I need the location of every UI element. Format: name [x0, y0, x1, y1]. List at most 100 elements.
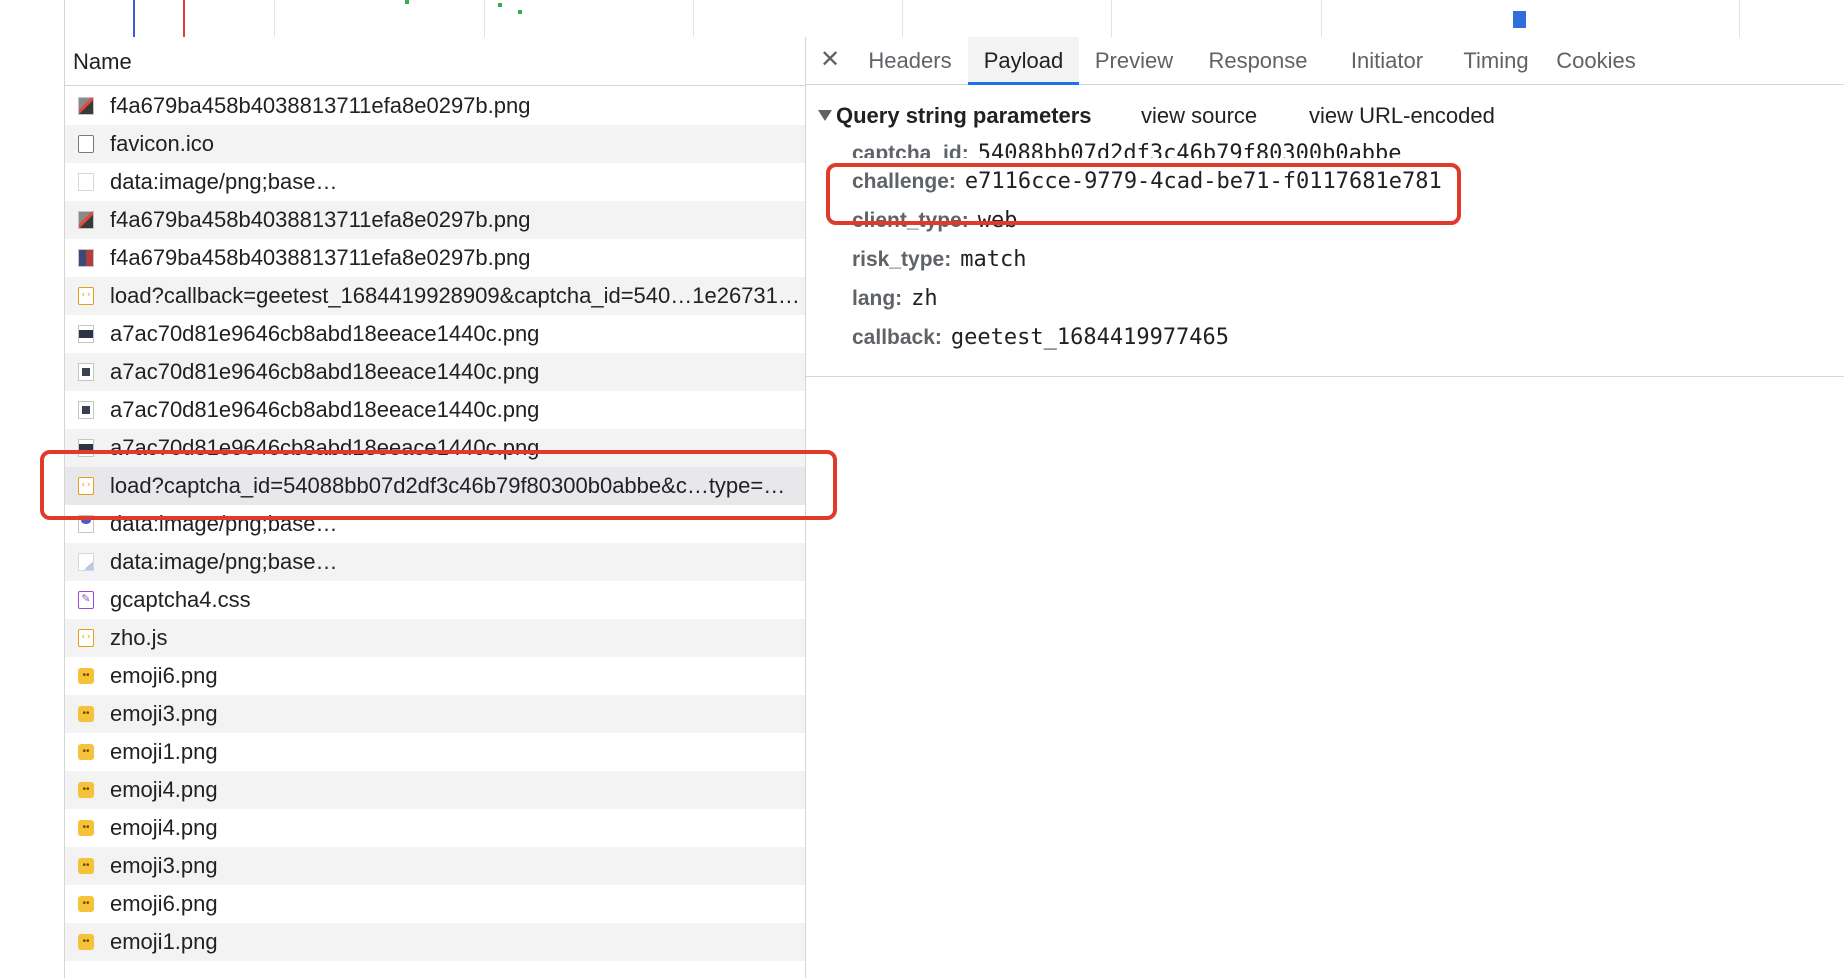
timeline-request-dot: [518, 10, 522, 14]
request-row[interactable]: •• emoji3.png: [65, 847, 805, 885]
emoji-image-icon: ••: [78, 668, 94, 684]
timeline-gridline: [484, 0, 485, 37]
param-row: lang: zh: [852, 283, 938, 315]
request-name: a7ac70d81e9646cb8abd18eeace1440c.png: [110, 321, 540, 346]
param-row: challenge: e7116cce-9779-4cad-be71-f01176…: [852, 166, 1442, 198]
tab-cookies[interactable]: Cookies: [1548, 37, 1644, 85]
param-value: geetest_1684419977465: [950, 325, 1230, 350]
param-key: client_type:: [852, 209, 969, 232]
section-title: Query string parameters: [836, 103, 1092, 128]
request-name: f4a679ba458b4038813711efa8e0297b.png: [110, 245, 531, 270]
request-name: emoji1.png: [110, 929, 218, 954]
stylesheet-icon: ✎: [78, 591, 94, 609]
param-row: client_type: web: [852, 205, 1017, 237]
request-name: emoji3.png: [110, 701, 218, 726]
blank-image-icon: [78, 173, 94, 191]
script-icon: ‹›: [78, 287, 94, 305]
param-key: captcha_id:: [852, 142, 969, 158]
request-name: f4a679ba458b4038813711efa8e0297b.png: [110, 207, 531, 232]
request-name: load?captcha_id=54088bb07d2df3c46b79f803…: [110, 473, 786, 498]
request-row[interactable]: favicon.ico: [65, 125, 805, 163]
request-row[interactable]: ✎ gcaptcha4.css: [65, 581, 805, 619]
request-row[interactable]: •• emoji6.png: [65, 657, 805, 695]
request-row[interactable]: a7ac70d81e9646cb8abd18eeace1440c.png: [65, 353, 805, 391]
timeline-request-dot: [405, 0, 409, 4]
view-url-encoded-link[interactable]: view URL-encoded: [1309, 101, 1495, 131]
request-name: f4a679ba458b4038813711efa8e0297b.png: [110, 93, 531, 118]
request-row[interactable]: f4a679ba458b4038813711efa8e0297b.png: [65, 87, 805, 125]
request-row[interactable]: •• emoji1.png: [65, 733, 805, 771]
close-icon[interactable]: ✕: [818, 45, 842, 75]
image-icon: [78, 325, 94, 343]
request-row[interactable]: data:image/png;base…: [65, 163, 805, 201]
request-name: data:image/png;base…: [110, 549, 338, 574]
timeline-gridline: [1739, 0, 1740, 37]
emoji-image-icon: ••: [78, 820, 94, 836]
request-row[interactable]: ‹› zho.js: [65, 619, 805, 657]
request-row[interactable]: •• emoji6.png: [65, 885, 805, 923]
request-row-selected[interactable]: ‹› load?captcha_id=54088bb07d2df3c46b79f8…: [65, 467, 805, 505]
tab-payload[interactable]: Payload: [968, 37, 1079, 85]
param-key: risk_type:: [852, 248, 952, 271]
request-name: a7ac70d81e9646cb8abd18eeace1440c.png: [110, 397, 540, 422]
request-name: favicon.ico: [110, 131, 214, 156]
emoji-image-icon: ••: [78, 744, 94, 760]
emoji-image-icon: ••: [78, 706, 94, 722]
network-timeline-overview[interactable]: [64, 0, 1844, 38]
request-row[interactable]: data:image/png;base…: [65, 505, 805, 543]
request-name: data:image/png;base…: [110, 511, 338, 536]
request-row[interactable]: f4a679ba458b4038813711efa8e0297b.png: [65, 201, 805, 239]
request-list: f4a679ba458b4038813711efa8e0297b.png fav…: [65, 87, 805, 961]
param-key: challenge:: [852, 170, 956, 193]
section-header[interactable]: Query string parameters: [818, 101, 1092, 131]
image-icon: [78, 553, 94, 571]
request-name: data:image/png;base…: [110, 169, 338, 194]
tab-timing[interactable]: Timing: [1454, 37, 1538, 85]
image-icon: [78, 363, 94, 381]
request-list-panel: Name f4a679ba458b4038813711efa8e0297b.pn…: [65, 37, 806, 978]
param-row: callback: geetest_1684419977465: [852, 322, 1229, 354]
param-value: e7116cce-9779-4cad-be71-f0117681e781: [964, 169, 1442, 194]
request-row[interactable]: •• emoji4.png: [65, 809, 805, 847]
request-row[interactable]: data:image/png;base…: [65, 543, 805, 581]
image-icon: [78, 515, 94, 533]
view-source-link[interactable]: view source: [1141, 101, 1257, 131]
tab-initiator[interactable]: Initiator: [1334, 37, 1440, 85]
name-column-header[interactable]: Name: [65, 37, 805, 86]
request-row[interactable]: a7ac70d81e9646cb8abd18eeace1440c.png: [65, 315, 805, 353]
param-row: risk_type: match: [852, 244, 1026, 276]
image-icon: [78, 401, 94, 419]
request-name: a7ac70d81e9646cb8abd18eeace1440c.png: [110, 435, 540, 460]
request-row[interactable]: ‹› load?callback=geetest_1684419928909&ca…: [65, 277, 805, 315]
request-row[interactable]: •• emoji3.png: [65, 695, 805, 733]
param-value: zh: [911, 286, 938, 311]
image-icon: [78, 439, 94, 457]
emoji-image-icon: ••: [78, 934, 94, 950]
document-icon: [78, 135, 94, 153]
emoji-image-icon: ••: [78, 782, 94, 798]
image-icon: [78, 211, 94, 229]
request-row[interactable]: a7ac70d81e9646cb8abd18eeace1440c.png: [65, 429, 805, 467]
param-key: lang:: [852, 287, 903, 310]
request-name: emoji3.png: [110, 853, 218, 878]
tab-response[interactable]: Response: [1198, 37, 1318, 85]
dom-content-loaded-marker: [133, 0, 135, 37]
tab-preview[interactable]: Preview: [1086, 37, 1182, 85]
request-name: emoji6.png: [110, 663, 218, 688]
request-name: emoji6.png: [110, 891, 218, 916]
request-row[interactable]: a7ac70d81e9646cb8abd18eeace1440c.png: [65, 391, 805, 429]
timeline-selected-request-bar: [1513, 11, 1526, 28]
tab-headers[interactable]: Headers: [858, 37, 962, 85]
request-row[interactable]: •• emoji4.png: [65, 771, 805, 809]
load-event-marker: [183, 0, 185, 37]
timeline-gridline: [1321, 0, 1322, 37]
timeline-gridline: [902, 0, 903, 37]
request-name: zho.js: [110, 625, 168, 650]
request-row[interactable]: •• emoji1.png: [65, 923, 805, 961]
request-name: emoji4.png: [110, 777, 218, 802]
timeline-gridline: [274, 0, 275, 37]
timeline-gridline: [693, 0, 694, 37]
param-key: callback:: [852, 326, 942, 349]
collapse-triangle-icon[interactable]: [818, 110, 832, 122]
request-row[interactable]: f4a679ba458b4038813711efa8e0297b.png: [65, 239, 805, 277]
